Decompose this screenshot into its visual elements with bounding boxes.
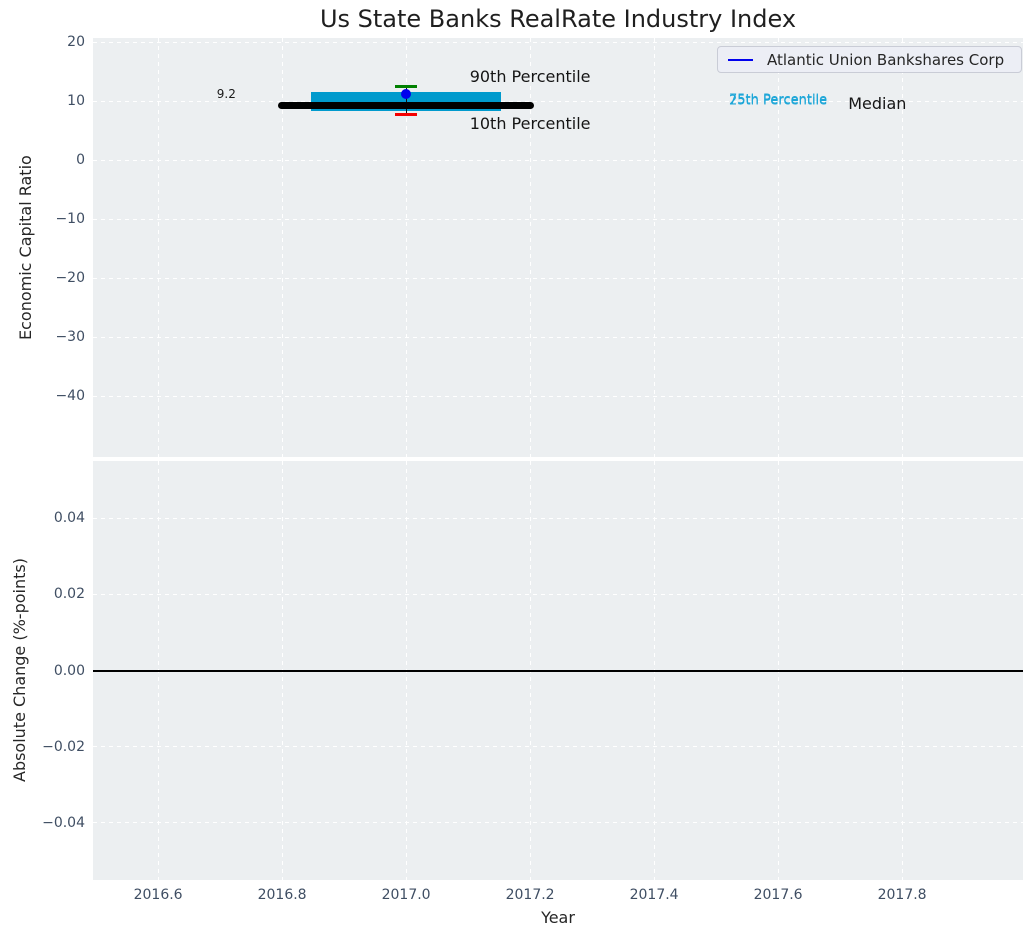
x-tick-label: 2017.0 (381, 887, 431, 903)
gridline-horizontal (93, 159, 1023, 161)
y-tick-label: 0 (76, 152, 85, 169)
y-tick-label: 20 (67, 34, 85, 51)
x-tick-label: 2017.8 (877, 887, 927, 903)
gridline-horizontal (93, 277, 1023, 279)
gridline-horizontal (93, 517, 1023, 519)
y-tick-label: 10 (67, 93, 85, 110)
gridline-horizontal (93, 395, 1023, 397)
y-tick-label: −0.02 (42, 738, 85, 755)
x-tick-label: 2017.2 (505, 887, 555, 903)
annotation-median-label: Median (848, 93, 907, 113)
annotation-p25-label: 25th Percentile (729, 93, 828, 109)
gridline-horizontal (93, 336, 1023, 338)
y-tick-label: −20 (55, 270, 85, 287)
figure: Us State Banks RealRate Industry Index E… (0, 0, 1034, 942)
gridline-horizontal (93, 822, 1023, 824)
legend-label: Atlantic Union Bankshares Corp (767, 50, 1005, 69)
y-tick-label: −40 (55, 388, 85, 405)
x-tick-label: 2017.6 (753, 887, 803, 903)
x-tick-label: 2017.4 (629, 887, 679, 903)
bottom-plot-area (93, 461, 1023, 880)
chart-title: Us State Banks RealRate Industry Index (319, 5, 797, 33)
annotation-p90-label: 90th Percentile (469, 66, 591, 86)
p10-tick (395, 113, 418, 117)
zero-line (93, 669, 1023, 672)
legend: Atlantic Union Bankshares Corp (717, 46, 1022, 73)
p90-tick (395, 85, 418, 89)
y-tick-label: −30 (55, 329, 85, 346)
y-tick-label: 0.04 (53, 510, 85, 527)
annotation-median-value: 9.2 (216, 86, 236, 101)
x-tick-label: 2016.6 (133, 887, 183, 903)
x-tick-label: 2016.8 (257, 887, 307, 903)
y-tick-label: −0.04 (42, 814, 85, 831)
gridline-horizontal (93, 218, 1023, 220)
gridline-horizontal (93, 746, 1023, 748)
x-axis-label: Year (541, 908, 575, 927)
annotation-p10-label: 10th Percentile (469, 113, 591, 133)
y-tick-label: 0.00 (53, 662, 85, 679)
legend-line-sample (728, 58, 753, 61)
y-tick-label: 0.02 (53, 586, 85, 603)
y-tick-label: −10 (55, 211, 85, 228)
gridline-horizontal (93, 593, 1023, 595)
gridline-horizontal (93, 41, 1023, 43)
median-line (278, 102, 535, 110)
